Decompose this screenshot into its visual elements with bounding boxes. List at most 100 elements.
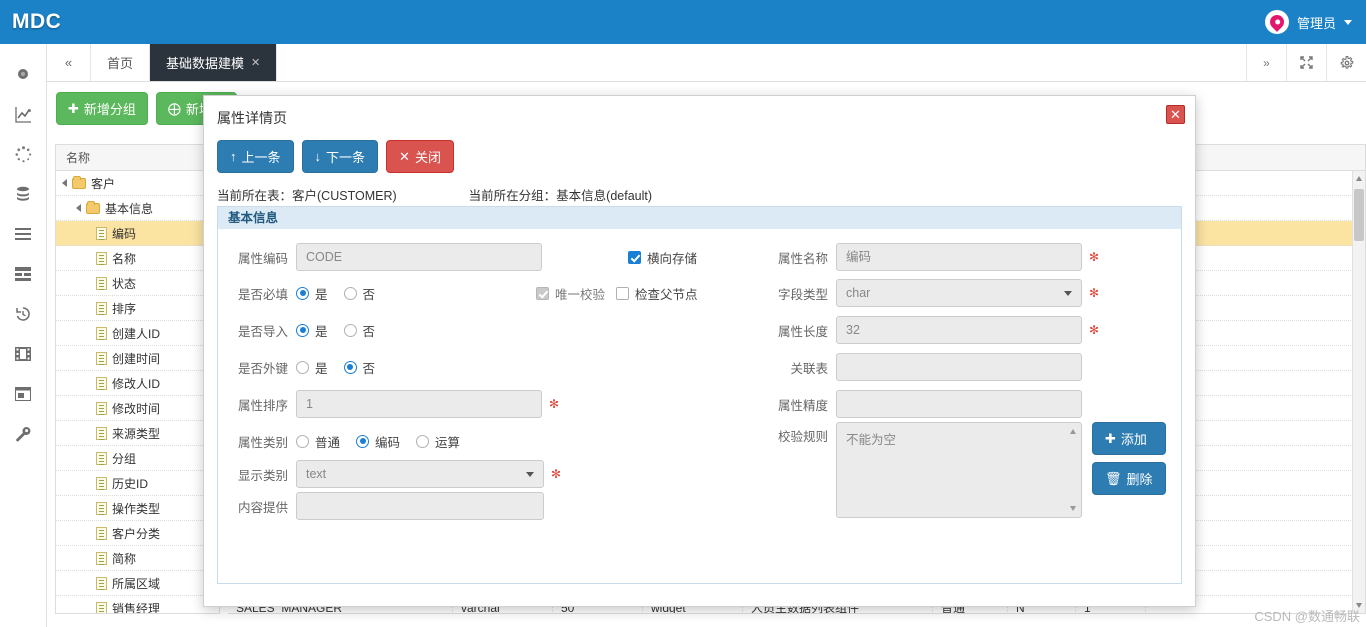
field-horizontal-store[interactable]: 横向存储 [628, 243, 697, 271]
foreign-key-yes-label: 是 [315, 361, 328, 376]
field-unique-check[interactable]: 唯一校验 [536, 279, 605, 307]
tree-node[interactable]: 修改人ID [56, 371, 219, 396]
attr-class-code-radio[interactable] [356, 434, 370, 448]
table-icon[interactable] [13, 264, 33, 284]
tree-node[interactable]: 创建人ID [56, 321, 219, 346]
scrollbar-thumb[interactable] [1354, 189, 1364, 241]
prev-record-button[interactable]: ↑ 上一条 [217, 140, 294, 173]
required-no-radio[interactable] [343, 286, 357, 300]
file-icon [96, 251, 107, 265]
tree-node[interactable]: 操作类型 [56, 496, 219, 521]
tree-node[interactable]: 所属区域 [56, 571, 219, 596]
wrench-icon[interactable] [13, 424, 33, 444]
tree-node[interactable]: 分组 [56, 446, 219, 471]
attr-precision-input[interactable] [836, 390, 1082, 418]
film-grid-icon[interactable] [13, 344, 33, 364]
scroll-up-arrow-icon[interactable] [1070, 429, 1076, 434]
relation-table-input[interactable] [836, 353, 1082, 381]
attr-code-input[interactable]: CODE [296, 243, 542, 271]
tab-strip-actions: » [1246, 44, 1366, 81]
importable-no-radio[interactable] [343, 323, 357, 337]
add-rule-label: 添加 [1120, 432, 1147, 447]
left-icon-rail [0, 44, 47, 627]
delete-rule-button[interactable]: 🗑 删除 [1092, 462, 1166, 495]
gear-icon[interactable] [1326, 44, 1366, 81]
tree-node[interactable]: 销售经理 [56, 596, 219, 614]
tree-node[interactable]: 客户 [56, 171, 219, 196]
next-record-button[interactable]: ↓ 下一条 [301, 140, 379, 173]
display-class-select[interactable]: text [296, 460, 544, 488]
attr-order-input[interactable]: 1 [296, 390, 542, 418]
fullscreen-icon[interactable] [1286, 44, 1326, 81]
user-menu[interactable]: 管理员 [1264, 10, 1366, 34]
dialog-context-line: 当前所在表： 客户(CUSTOMER) 当前所在分组： 基本信息(default… [204, 173, 1195, 204]
validate-rule-textarea[interactable]: 不能为空 [836, 422, 1082, 518]
tree-node[interactable]: 创建时间 [56, 346, 219, 371]
add-rule-button[interactable]: ✚ 添加 [1092, 422, 1166, 455]
list-icon[interactable] [13, 224, 33, 244]
tree-node[interactable]: 客户分类 [56, 521, 219, 546]
database-icon[interactable] [13, 184, 33, 204]
tree-node[interactable]: 排序 [56, 296, 219, 321]
window-icon[interactable] [13, 384, 33, 404]
content-provider-input[interactable] [296, 492, 544, 520]
attribute-tree-panel: 名称 客户 基本信息 编码 名称 状态 排序 创建人ID 创建时间 修改人ID 修改时间 来源类型分… [55, 144, 220, 614]
tab-basic-data-modeling[interactable]: 基础数据建模 ✕ [150, 44, 278, 81]
file-icon [96, 376, 107, 390]
tree-node-label: 修改人ID [112, 376, 161, 391]
importable-no-label: 否 [362, 324, 376, 339]
tree-node[interactable]: 来源类型 [56, 421, 219, 446]
tree-expand-icon[interactable] [62, 179, 67, 187]
tree-node[interactable]: 简称 [56, 546, 219, 571]
tree-node[interactable]: 编码 [56, 221, 219, 246]
tab-strip: « 首页 基础数据建模 ✕ » [47, 44, 1366, 82]
double-chevron-left-icon[interactable]: « [47, 44, 91, 81]
attr-class-normal-radio[interactable] [296, 434, 309, 448]
required-label: 是否必填 [237, 287, 288, 302]
attr-class-calc-radio[interactable] [416, 434, 430, 448]
foreign-key-no-radio[interactable] [343, 360, 357, 374]
importable-label: 是否导入 [237, 324, 288, 339]
close-icon[interactable]: ✕ [1166, 105, 1185, 124]
tab-home[interactable]: 首页 [91, 44, 151, 81]
tree-node[interactable]: 名称 [56, 246, 219, 271]
tree-node[interactable]: 状态 [56, 271, 219, 296]
field-field-type: 字段类型 char ✻ [758, 279, 1099, 307]
add-group-button[interactable]: ✚ 新增分组 [56, 92, 148, 125]
spinner-icon[interactable] [13, 144, 33, 164]
tree-node-label: 简称 [112, 551, 137, 566]
field-parent-check[interactable]: 检查父节点 [616, 279, 698, 307]
close-dialog-button[interactable]: ✕ 关闭 [386, 140, 454, 173]
required-yes-radio[interactable] [296, 286, 309, 300]
tree-node-label: 销售经理 [112, 601, 161, 614]
horizontal-store-checkbox[interactable] [628, 250, 641, 264]
tab-home-label: 首页 [107, 56, 134, 71]
field-type-select[interactable]: char [836, 279, 1082, 307]
foreign-key-yes-radio[interactable] [296, 360, 309, 374]
close-icon[interactable]: ✕ [251, 56, 260, 69]
double-chevron-right-icon[interactable]: » [1246, 44, 1286, 81]
display-class-label: 显示类别 [237, 468, 288, 483]
attr-name-input[interactable]: 编码 [836, 243, 1082, 271]
tree-expand-icon[interactable] [76, 204, 81, 212]
tree-node[interactable]: 基本信息 [56, 196, 219, 221]
tab-basic-data-modeling-label: 基础数据建模 [166, 56, 245, 71]
importable-yes-radio[interactable] [296, 323, 309, 337]
file-icon [96, 276, 107, 290]
tree-node[interactable]: 历史ID [56, 471, 219, 496]
scroll-down-arrow-icon[interactable] [1356, 603, 1362, 608]
attr-length-input[interactable]: 32 [836, 316, 1082, 344]
validate-rule-scrollbar[interactable] [1067, 424, 1080, 516]
history-icon[interactable] [13, 304, 33, 324]
scroll-up-arrow-icon[interactable] [1356, 176, 1362, 181]
scroll-down-arrow-icon[interactable] [1070, 506, 1076, 511]
field-attr-precision: 属性精度 [758, 390, 1082, 418]
importable-yes-label: 是 [315, 324, 328, 339]
parent-check-checkbox[interactable] [616, 286, 629, 300]
grid-vertical-scrollbar[interactable] [1352, 171, 1365, 613]
dot-circle-icon[interactable] [13, 64, 33, 84]
tree-node-label: 操作类型 [112, 501, 161, 516]
attr-length-label: 属性长度 [777, 324, 828, 339]
chart-line-icon[interactable] [13, 104, 33, 124]
tree-node[interactable]: 修改时间 [56, 396, 219, 421]
